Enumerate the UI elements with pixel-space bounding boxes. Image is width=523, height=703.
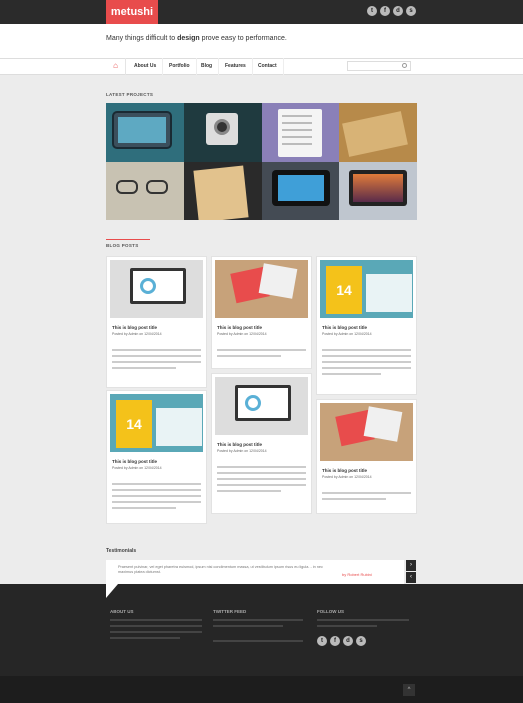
latest-projects-title: LATEST PROJECTS — [106, 92, 154, 97]
quote-text: Praesent pulvinar, vel eget pharetra eui… — [118, 565, 323, 574]
back-to-top-icon[interactable]: ^ — [403, 684, 415, 696]
blog-post-card[interactable]: 14 This is blog post title Posted by Adm… — [106, 390, 207, 524]
post-meta: Posted by Admin on 12/04/2014 — [322, 475, 372, 479]
post-thumbnail[interactable] — [215, 377, 308, 435]
quote-author: by Robert Rubini — [342, 572, 372, 577]
home-icon[interactable]: ⌂ — [106, 58, 126, 75]
blog-post-card[interactable]: This is blog post title Posted by Admin … — [106, 256, 207, 388]
blog-post-card[interactable]: This is blog post title Posted by Admin … — [316, 399, 417, 514]
blog-posts-title: BLOG POSTS — [106, 243, 139, 248]
projects-grid — [106, 103, 417, 220]
facebook-icon[interactable]: f — [330, 636, 340, 646]
post-thumbnail[interactable] — [320, 403, 413, 461]
dribbble-icon[interactable]: d — [393, 6, 403, 16]
facebook-icon[interactable]: f — [380, 6, 390, 16]
post-meta: Posted by Admin on 12/04/2014 — [322, 332, 372, 336]
testimonial-next-icon[interactable]: › — [406, 560, 416, 571]
search-icon[interactable] — [402, 63, 407, 68]
footer-follow-title: FOLLOW US — [317, 609, 344, 614]
search-input[interactable] — [348, 70, 398, 78]
post-title[interactable]: This is blog post title — [217, 442, 262, 447]
project-tile[interactable] — [183, 161, 262, 220]
footer-social-links: t f d s — [317, 636, 366, 646]
nav-portfolio[interactable]: Portfolio — [163, 58, 197, 75]
skype-icon[interactable]: s — [356, 636, 366, 646]
testimonials-title: Testimonials — [106, 548, 137, 554]
post-title[interactable]: This is blog post title — [112, 325, 157, 330]
top-social-links: t f d s — [367, 6, 416, 16]
post-meta: Posted by Admin on 12/04/2014 — [112, 332, 162, 336]
post-meta: Posted by Admin on 12/04/2014 — [217, 449, 267, 453]
top-bar — [0, 0, 523, 24]
project-tile[interactable] — [106, 161, 184, 220]
site-logo[interactable]: metushi — [106, 0, 158, 24]
footer-about-title: ABOUT US — [110, 609, 134, 614]
post-title[interactable]: This is blog post title — [217, 325, 262, 330]
post-meta: Posted by Admin on 12/04/2014 — [112, 466, 162, 470]
tagline: Many things difficult to design prove ea… — [106, 35, 287, 42]
skype-icon[interactable]: s — [406, 6, 416, 16]
search-field[interactable] — [347, 61, 411, 78]
nav-blog[interactable]: Blog — [195, 58, 220, 75]
dribbble-icon[interactable]: d — [343, 636, 353, 646]
twitter-icon[interactable]: t — [367, 6, 377, 16]
post-title[interactable]: This is blog post title — [322, 325, 367, 330]
nav-about-us[interactable]: About Us — [128, 58, 164, 75]
post-title[interactable]: This is blog post title — [322, 468, 367, 473]
twitter-icon[interactable]: t — [317, 636, 327, 646]
post-thumbnail[interactable] — [110, 260, 203, 318]
nav-features[interactable]: Features — [219, 58, 253, 75]
nav-contact[interactable]: Contact — [252, 58, 284, 75]
project-tile[interactable] — [261, 103, 340, 162]
post-title[interactable]: This is blog post title — [112, 459, 157, 464]
bottom-bar — [0, 676, 523, 703]
project-tile[interactable] — [339, 161, 417, 220]
post-meta: Posted by Admin on 12/04/2014 — [217, 332, 267, 336]
quote-tail — [106, 584, 118, 598]
post-thumbnail[interactable]: 14 — [320, 260, 413, 318]
blog-post-card[interactable]: This is blog post title Posted by Admin … — [211, 373, 312, 514]
project-tile[interactable] — [339, 103, 417, 162]
testimonial-quote: Praesent pulvinar, vel eget pharetra eui… — [106, 560, 404, 584]
testimonial-prev-icon[interactable]: ‹ — [406, 572, 416, 583]
section-divider — [106, 239, 150, 240]
post-thumbnail[interactable] — [215, 260, 308, 318]
project-tile[interactable] — [261, 161, 340, 220]
project-tile[interactable] — [183, 103, 262, 162]
post-thumbnail[interactable]: 14 — [110, 394, 203, 452]
project-tile[interactable] — [106, 103, 184, 162]
blog-post-card[interactable]: This is blog post title Posted by Admin … — [211, 256, 312, 369]
blog-post-card[interactable]: 14 This is blog post title Posted by Adm… — [316, 256, 417, 395]
footer-twitter-title: TWITTER FEED — [213, 609, 247, 614]
